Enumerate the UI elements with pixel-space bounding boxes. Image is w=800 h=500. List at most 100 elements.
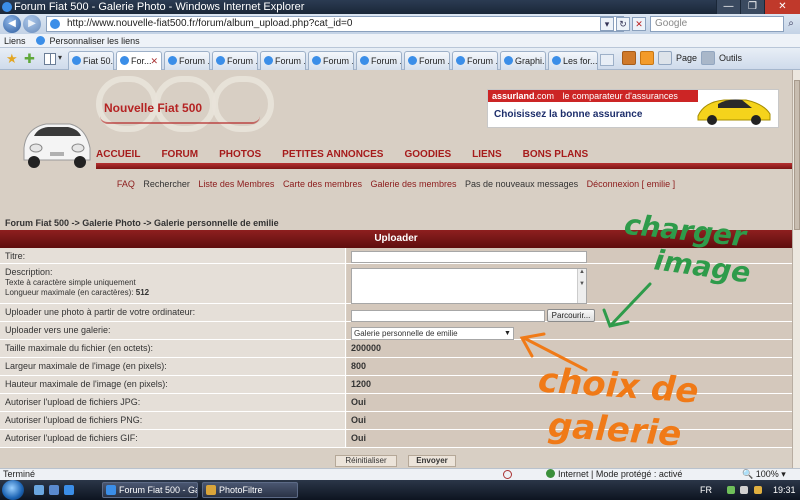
white-fiat-car-image (23, 123, 91, 168)
back-button[interactable]: ◀ (3, 15, 21, 33)
subnav-nouveaux-messages[interactable]: Pas de nouveaux messages (465, 179, 578, 189)
breadcrumb[interactable]: Forum Fiat 500 -> Galerie Photo -> Galer… (5, 218, 279, 228)
label-cell: Description: Texte à caractère simple un… (0, 264, 346, 303)
tab-label: Forum ... (371, 56, 402, 66)
submit-button[interactable]: Envoyer (408, 455, 456, 467)
zoom-level[interactable]: 🔍 100% ▾ (742, 469, 786, 480)
gallery-selected-value: Galerie personnelle de emilie (354, 329, 458, 338)
feeds-icon[interactable] (640, 51, 654, 65)
tab-7[interactable]: Forum ... (404, 51, 450, 70)
url-text: http://www.nouvelle-fiat500.fr/forum/alb… (67, 18, 353, 29)
tab-3[interactable]: Forum ... (212, 51, 258, 70)
tab-5[interactable]: Forum ... (308, 51, 354, 70)
reset-button[interactable]: Réinitialiser (335, 455, 397, 467)
forward-button[interactable]: ▶ (23, 15, 41, 33)
minimize-button[interactable]: — (716, 0, 740, 14)
status-bar: Terminé Internet | Mode protégé : activé… (0, 468, 800, 480)
tab-label: Forum ... (419, 56, 450, 66)
subnav-faq[interactable]: FAQ (117, 179, 135, 189)
quick-tabs-icon[interactable] (44, 53, 56, 65)
description-textarea[interactable]: ▲ ▼ (351, 268, 587, 304)
maximize-button[interactable]: ❐ (740, 0, 764, 14)
tab-9[interactable]: Graphi... (500, 51, 546, 70)
tab-label: Fiat 50... (83, 56, 114, 66)
file-path-input[interactable] (351, 310, 545, 322)
assurland-ad-banner[interactable]: assurland.com le comparateur d'assurance… (487, 89, 779, 128)
tab-close-icon[interactable]: ✕ (150, 52, 158, 70)
tray-app-icon[interactable] (753, 486, 762, 494)
subnav-carte[interactable]: Carte des membres (283, 179, 362, 189)
nav-photos[interactable]: PHOTOS (219, 147, 261, 163)
switch-windows-icon[interactable] (49, 485, 59, 495)
banner-brand-suffix: .com (534, 91, 555, 101)
volume-icon[interactable] (740, 486, 749, 494)
tab-0[interactable]: Fiat 50... (68, 51, 114, 70)
main-nav: ACCUEIL FORUM PHOTOS PETITES ANNONCES GO… (96, 147, 609, 163)
subnav-membres[interactable]: Liste des Membres (198, 179, 274, 189)
browse-button[interactable]: Parcourir... (547, 309, 595, 322)
stop-icon[interactable]: ✕ (632, 17, 646, 31)
start-button[interactable] (2, 480, 24, 500)
tab-favicon-icon (72, 56, 81, 65)
dropdown-icon[interactable]: ▾ (600, 17, 614, 31)
tab-label: Forum ... (179, 56, 210, 66)
tools-menu[interactable]: Outils (719, 53, 742, 63)
print-icon[interactable] (658, 51, 672, 65)
close-button[interactable]: ✕ (764, 0, 800, 14)
language-indicator[interactable]: FR (700, 485, 712, 495)
page-scrollbar[interactable] (792, 70, 800, 468)
home-icon[interactable] (622, 51, 636, 65)
title-input[interactable] (351, 251, 587, 263)
banner-top-strip: assurland.com le comparateur d'assurance… (488, 90, 698, 102)
tab-label: Forum ... (227, 56, 258, 66)
gallery-select[interactable]: Galerie personnelle de emilie ▼ (351, 327, 514, 340)
label-cell: Autoriser l'upload de fichiers PNG: (0, 412, 346, 429)
jpg-value: Oui (351, 397, 366, 407)
tab-favicon-icon (120, 56, 129, 65)
tab-10[interactable]: Les for... (548, 51, 598, 70)
site-logo-text[interactable]: Nouvelle Fiat 500 (104, 101, 202, 115)
customize-links[interactable]: Personnaliser les liens (50, 36, 140, 46)
ie-quicklaunch-icon[interactable] (64, 485, 74, 495)
new-tab-button[interactable] (600, 54, 614, 66)
tab-8[interactable]: Forum ... (452, 51, 498, 70)
nav-bons-plans[interactable]: BONS PLANS (523, 147, 589, 163)
subnav-rechercher[interactable]: Rechercher (143, 179, 190, 189)
subnav-deconnexion[interactable]: Déconnexion [ emilie ] (587, 179, 676, 189)
add-favorites-icon[interactable]: ✚ (24, 52, 35, 66)
search-icon[interactable]: ⌕ (784, 16, 798, 32)
clock[interactable]: 19:31 (773, 480, 796, 500)
tab-1-active[interactable]: For... ✕ (116, 51, 162, 70)
nav-forum[interactable]: FORUM (161, 147, 198, 163)
banner-tagline: le comparateur d'assurances (562, 91, 678, 101)
network-icon[interactable] (726, 486, 735, 494)
window-controls: — ❐ ✕ (716, 0, 800, 14)
nav-petites-annonces[interactable]: PETITES ANNONCES (282, 147, 383, 163)
taskbar-ie-window[interactable]: Forum Fiat 500 - Gal... (102, 482, 198, 498)
links-label[interactable]: Liens (4, 36, 26, 46)
security-zone[interactable]: Internet | Mode protégé : activé (546, 469, 682, 480)
search-input[interactable]: Google (650, 16, 784, 32)
nav-goodies[interactable]: GOODIES (404, 147, 451, 163)
subnav-galerie-membres[interactable]: Galerie des membres (370, 179, 456, 189)
max-width-value: 800 (351, 361, 367, 371)
refresh-icon[interactable]: ↻ (616, 17, 630, 31)
ie-icon (2, 2, 12, 12)
favorites-star-icon[interactable]: ★ (6, 52, 18, 66)
tab-4[interactable]: Forum ... (260, 51, 306, 70)
taskbar-photofiltre-window[interactable]: PhotoFiltre (202, 482, 298, 498)
tab-list-dropdown-icon[interactable]: ▾ (58, 53, 62, 62)
nav-accueil[interactable]: ACCUEIL (96, 147, 140, 163)
label-cell: Taille maximale du fichier (en octets): (0, 340, 346, 357)
url-input[interactable]: http://www.nouvelle-fiat500.fr/forum/alb… (46, 16, 624, 32)
show-desktop-icon[interactable] (34, 485, 44, 495)
textarea-scrollbar[interactable]: ▲ ▼ (577, 269, 586, 303)
nav-liens[interactable]: LIENS (472, 147, 501, 163)
tab-favicon-icon (408, 56, 417, 65)
windows-taskbar: Forum Fiat 500 - Gal... PhotoFiltre FR 1… (0, 480, 800, 500)
scrollbar-thumb[interactable] (794, 80, 800, 230)
tab-2[interactable]: Forum ... (164, 51, 210, 70)
page-menu[interactable]: Page (676, 53, 697, 63)
tab-6[interactable]: Forum ... (356, 51, 402, 70)
max-width-label: Largeur maximale de l'image (en pixels): (5, 361, 167, 371)
